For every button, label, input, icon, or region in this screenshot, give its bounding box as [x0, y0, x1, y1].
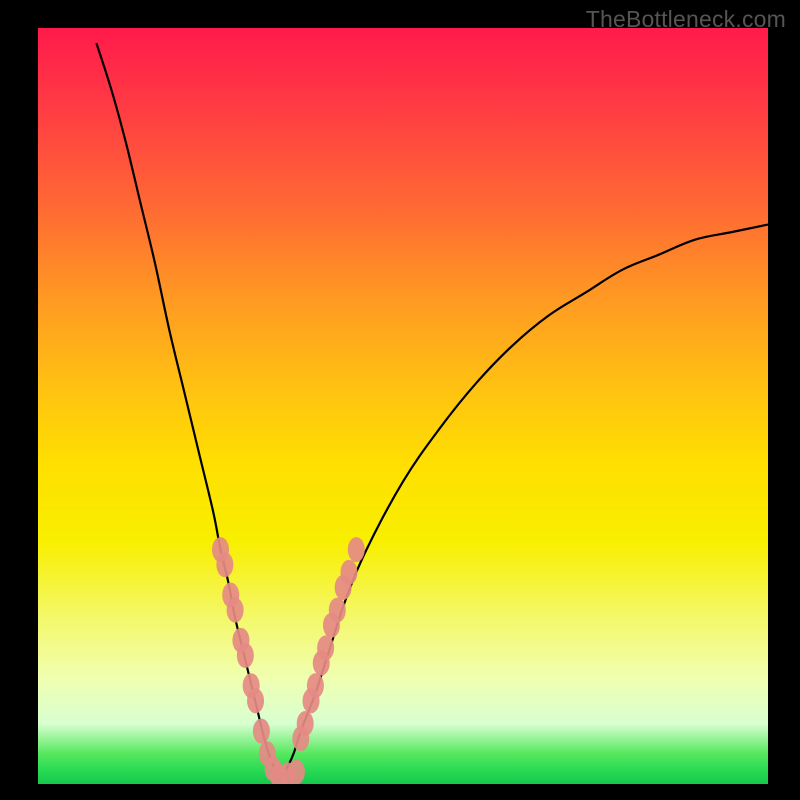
marker-dot	[297, 711, 314, 736]
marker-dot	[237, 643, 254, 668]
chart-frame: TheBottleneck.com	[0, 0, 800, 800]
marker-dot	[307, 673, 324, 698]
chart-svg	[38, 28, 768, 784]
marker-dot	[227, 598, 244, 623]
marker-dot	[348, 537, 365, 562]
watermark-text: TheBottleneck.com	[586, 6, 786, 33]
plot-area	[38, 28, 768, 784]
marker-dot	[329, 598, 346, 623]
marker-dot	[288, 759, 305, 784]
curve-left	[96, 43, 279, 776]
marker-dot	[247, 688, 264, 713]
curve-right	[279, 225, 768, 777]
markers	[212, 537, 365, 784]
marker-dot	[340, 560, 357, 585]
left-branch-line	[96, 43, 279, 776]
right-branch-line	[279, 225, 768, 777]
marker-dot	[253, 719, 270, 744]
marker-dot	[216, 552, 233, 577]
marker-dot	[317, 635, 334, 660]
